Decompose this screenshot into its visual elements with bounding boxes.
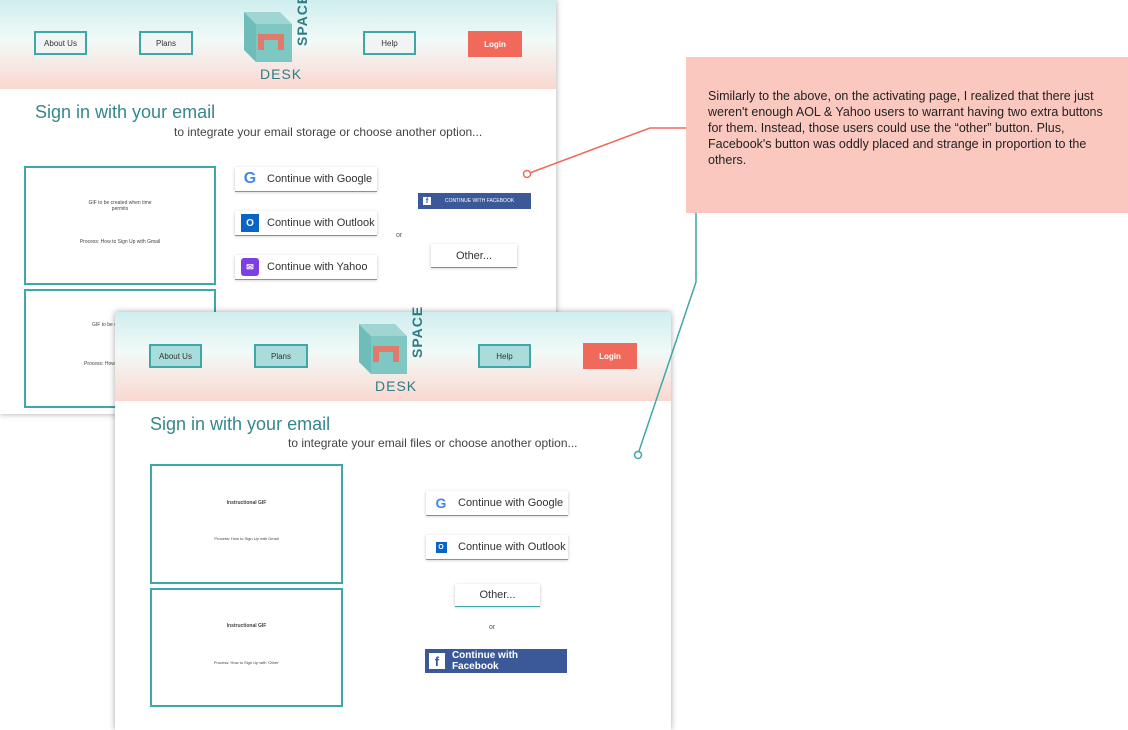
- annotation-connectors: [522, 127, 697, 460]
